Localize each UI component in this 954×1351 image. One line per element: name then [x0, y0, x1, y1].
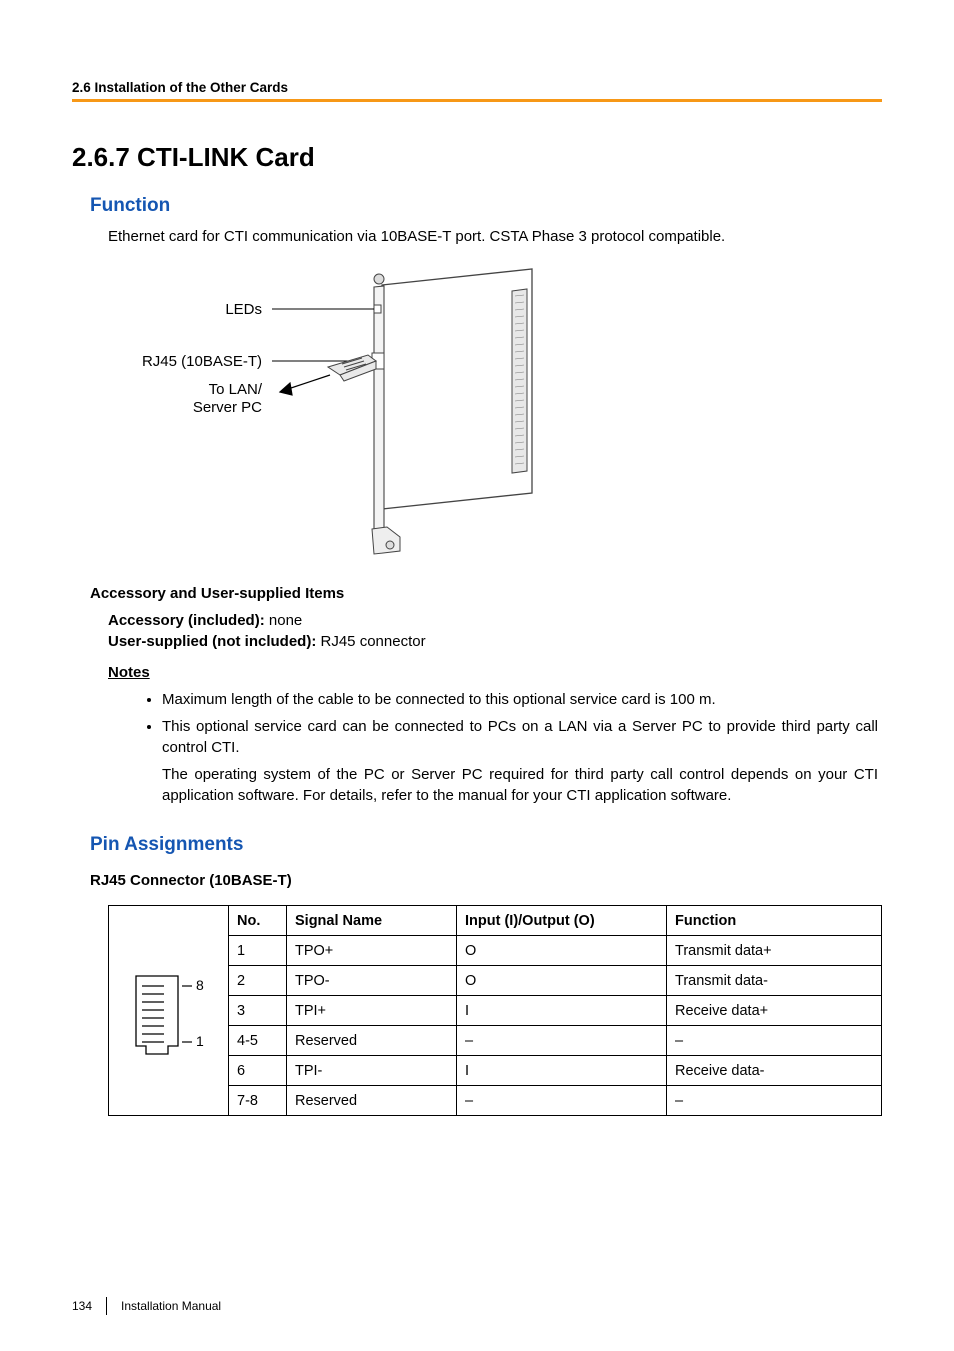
cell-io: O	[457, 966, 667, 996]
cell-no: 3	[229, 996, 287, 1026]
cell-signal: Reserved	[287, 1026, 457, 1056]
cell-func: Transmit data+	[667, 936, 882, 966]
cell-signal: TPO-	[287, 966, 457, 996]
th-signal: Signal Name	[287, 906, 457, 936]
cell-func: Receive data-	[667, 1056, 882, 1086]
section-title: 2.6.7 CTI-LINK Card	[72, 142, 882, 173]
connector-diagram-cell: 8 1	[109, 906, 229, 1116]
cell-io: –	[457, 1086, 667, 1116]
cell-func: Transmit data-	[667, 966, 882, 996]
th-io: Input (I)/Output (O)	[457, 906, 667, 936]
list-item: Maximum length of the cable to be connec…	[162, 689, 882, 710]
connector-pin-1-label: 1	[196, 1033, 204, 1049]
cell-no: 1	[229, 936, 287, 966]
figure-label-rj45: RJ45 (10BASE-T)	[102, 353, 262, 370]
cell-signal: Reserved	[287, 1086, 457, 1116]
function-text-block: Ethernet card for CTI communication via …	[72, 227, 882, 247]
accessory-label: Accessory (included):	[108, 612, 265, 629]
page: 2.6 Installation of the Other Cards 2.6.…	[0, 0, 954, 1351]
accessory-line: Accessory (included): none	[108, 612, 882, 629]
accessory-block: Accessory (included): none User-supplied…	[72, 612, 882, 650]
cell-signal: TPI+	[287, 996, 457, 1026]
rj45-subheading: RJ45 Connector (10BASE-T)	[90, 872, 882, 889]
list-item: This optional service card can be connec…	[162, 716, 882, 758]
notes-tail: The operating system of the PC or Server…	[162, 764, 882, 806]
accessory-heading: Accessory and User-supplied Items	[90, 585, 882, 602]
pin-table: 8 1 No. Signal Name Input (I)/Output (O)…	[108, 905, 882, 1116]
cell-signal: TPO+	[287, 936, 457, 966]
cell-io: I	[457, 996, 667, 1026]
connector-pin-8-label: 8	[196, 977, 204, 993]
figure-label-tolan1: To LAN/	[182, 381, 262, 398]
th-func: Function	[667, 906, 882, 936]
card-figure: LEDs RJ45 (10BASE-T) To LAN/ Server PC	[112, 261, 572, 557]
rj45-connector-icon: 8 1	[124, 956, 214, 1066]
th-no: No.	[229, 906, 287, 936]
page-number: 134	[72, 1299, 92, 1313]
table-header-row: 8 1 No. Signal Name Input (I)/Output (O)…	[109, 906, 882, 936]
cell-no: 7-8	[229, 1086, 287, 1116]
cell-io: –	[457, 1026, 667, 1056]
notes-list: Maximum length of the cable to be connec…	[162, 689, 882, 758]
user-supplied-label: User-supplied (not included):	[108, 633, 316, 650]
figure-label-leds: LEDs	[202, 301, 262, 318]
cell-no: 4-5	[229, 1026, 287, 1056]
cell-func: Receive data+	[667, 996, 882, 1026]
cell-io: O	[457, 936, 667, 966]
cell-io: I	[457, 1056, 667, 1086]
notes-heading: Notes	[108, 664, 882, 681]
footer-divider	[106, 1297, 107, 1315]
cell-func: –	[667, 1086, 882, 1116]
function-heading: Function	[72, 195, 882, 217]
function-text: Ethernet card for CTI communication via …	[108, 227, 882, 247]
page-footer: 134 Installation Manual	[72, 1297, 221, 1315]
cell-no: 6	[229, 1056, 287, 1086]
card-illustration	[272, 261, 572, 557]
cell-func: –	[667, 1026, 882, 1056]
figure-label-tolan2: Server PC	[172, 399, 262, 416]
header-rule	[72, 99, 882, 102]
cell-signal: TPI-	[287, 1056, 457, 1086]
cell-no: 2	[229, 966, 287, 996]
pin-assignments-heading: Pin Assignments	[72, 834, 882, 856]
header-breadcrumb: 2.6 Installation of the Other Cards	[72, 80, 882, 99]
accessory-value: none	[265, 612, 303, 629]
user-supplied-value: RJ45 connector	[316, 633, 425, 650]
doc-title: Installation Manual	[121, 1299, 221, 1313]
user-supplied-line: User-supplied (not included): RJ45 conne…	[108, 633, 882, 650]
